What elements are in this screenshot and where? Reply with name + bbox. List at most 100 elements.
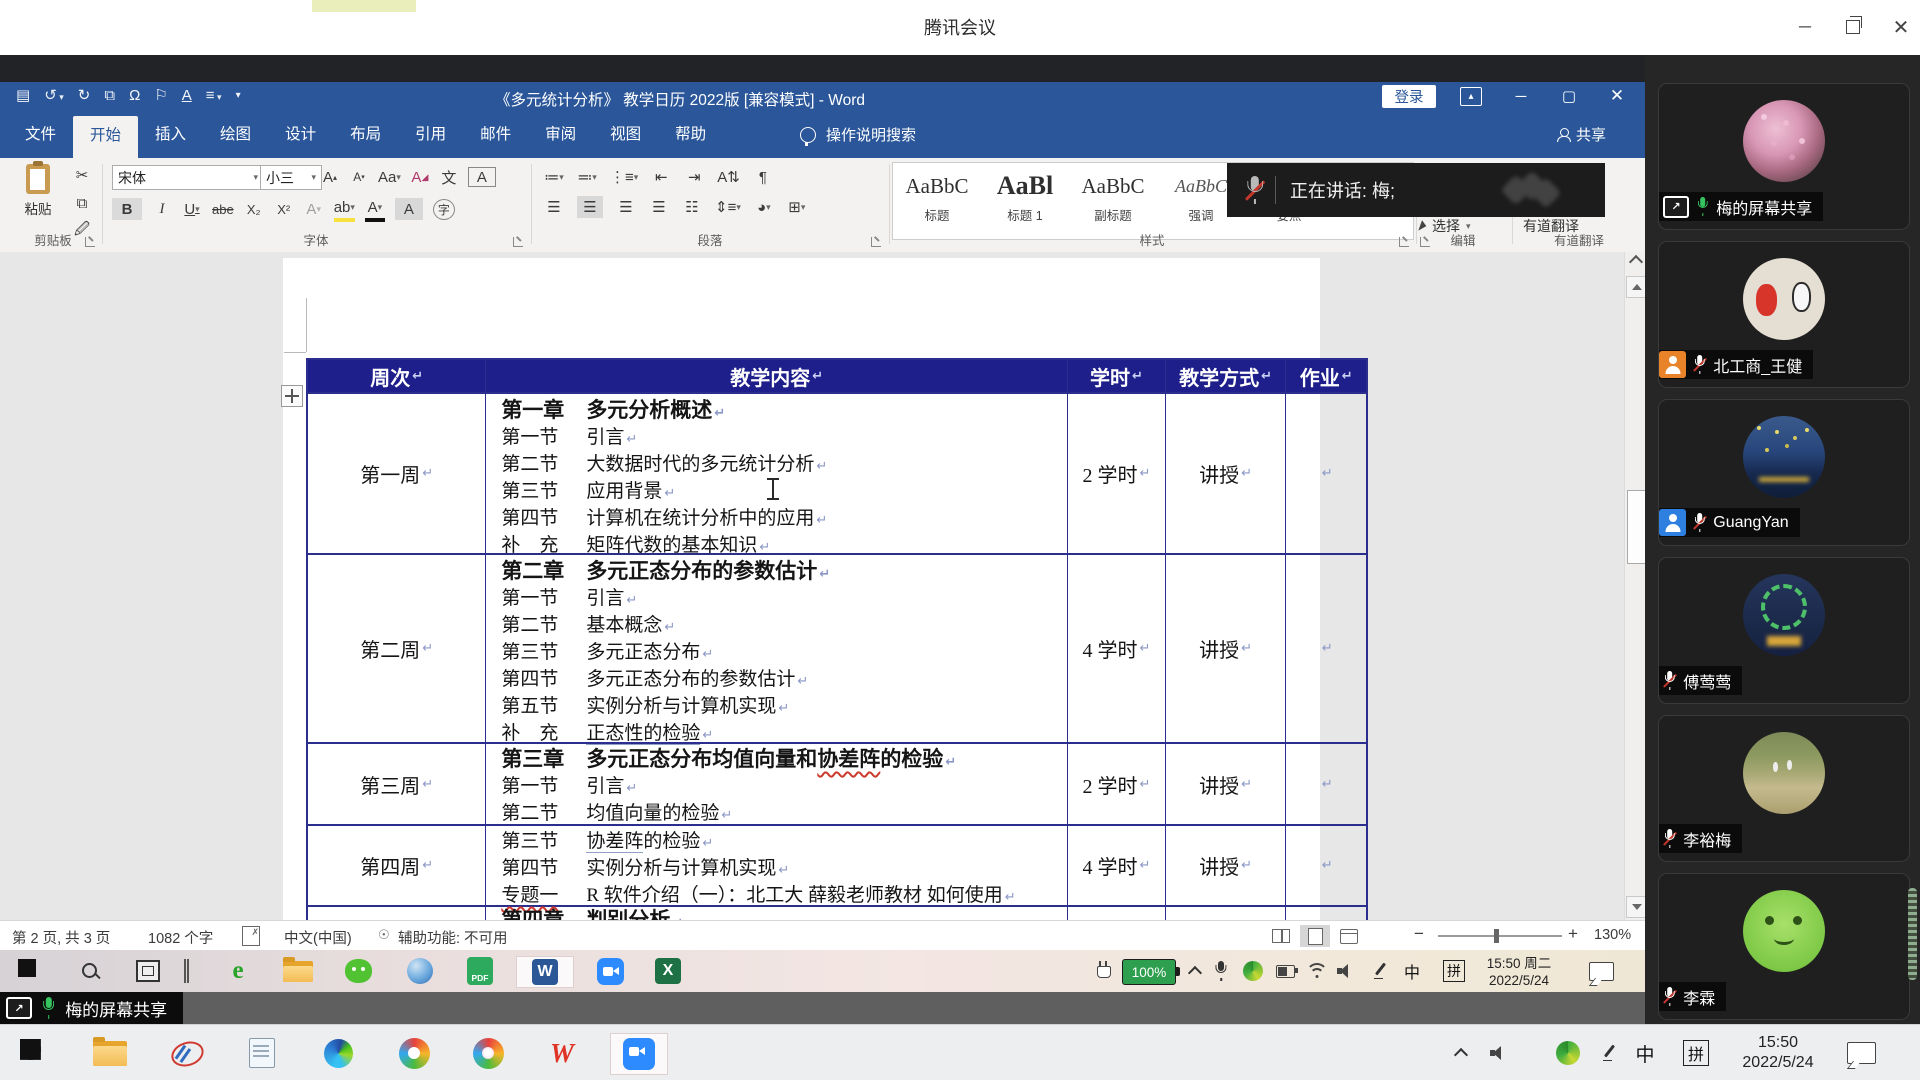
hidden-icons-chevron[interactable] [1184, 956, 1206, 986]
safety-360-icon[interactable] [1240, 956, 1266, 986]
font-launcher-icon[interactable] [513, 237, 523, 247]
numbering-icon[interactable]: ≕▾ [577, 166, 597, 188]
meeting-minimize-button[interactable]: ─ [1790, 12, 1820, 42]
character-border-icon[interactable]: A [468, 167, 496, 187]
zoom-slider-handle[interactable] [1494, 929, 1499, 943]
task-view-button[interactable] [128, 956, 168, 986]
browser-360-button[interactable]: e [218, 956, 258, 986]
collapse-ribbon-icon[interactable] [1627, 254, 1643, 266]
meeting-app-button[interactable] [590, 956, 630, 986]
participant-tile[interactable]: 李裕梅 [1658, 715, 1910, 862]
scrollbar-thumb[interactable] [1627, 490, 1645, 564]
ribbon-display-options-icon[interactable]: ▴ [1460, 87, 1482, 106]
participant-tile[interactable]: 李霖 [1658, 873, 1910, 1020]
zoom-in-button[interactable]: + [1568, 924, 1578, 944]
action-center-icon[interactable] [1844, 1033, 1878, 1073]
edge-button[interactable] [316, 1033, 360, 1073]
zoom-slider-track[interactable] [1438, 935, 1562, 937]
hidden-icons-chevron[interactable] [1448, 1033, 1474, 1073]
file-explorer-button[interactable] [88, 1033, 132, 1073]
superscript-button[interactable]: X² [274, 198, 294, 220]
word-minimize-button[interactable]: ─ [1508, 84, 1534, 108]
zoom-out-button[interactable]: − [1414, 924, 1424, 944]
participant-tile[interactable]: 北工商_王健 [1658, 241, 1910, 388]
copy-icon[interactable]: ⧉ [104, 87, 115, 104]
ime-language-indicator[interactable]: 中 [1400, 956, 1424, 986]
tab-home[interactable]: 开始 [73, 116, 138, 158]
font-size-combo[interactable]: 小三▾ [260, 165, 322, 190]
underline-a-icon[interactable]: A [182, 87, 192, 104]
browser-globe-button[interactable] [400, 956, 440, 986]
pdf-app-button[interactable]: PDF [460, 956, 500, 986]
symbol-icon[interactable]: Ω [129, 87, 140, 104]
align-right-icon[interactable]: ☰ [616, 196, 636, 218]
meeting-app-button[interactable] [610, 1033, 668, 1075]
clock[interactable]: 15:50 周二 2022/5/24 [1472, 956, 1566, 990]
enclose-char-icon[interactable]: 字 [433, 199, 455, 220]
text-effects-icon[interactable]: A▾ [304, 198, 324, 220]
ime-language-indicator[interactable]: 中 [1632, 1033, 1658, 1073]
snipping-tool-button[interactable] [164, 1033, 208, 1073]
tab-insert[interactable]: 插入 [138, 112, 203, 158]
save-icon[interactable]: ▤ [16, 86, 30, 104]
strikethrough-button[interactable]: abe [212, 198, 234, 220]
search-button[interactable] [70, 956, 110, 986]
volume-icon[interactable] [1334, 956, 1358, 986]
bold-button[interactable]: B [112, 198, 142, 220]
clock[interactable]: 15:50 2022/5/24 [1726, 1033, 1830, 1073]
ime-mode-indicator[interactable]: 拼 [1434, 956, 1474, 986]
change-case-icon[interactable]: Aa▾ [378, 166, 401, 188]
editing-launcher-icon[interactable] [1420, 237, 1430, 247]
participant-tile[interactable]: 梅的屏幕共享 [1658, 83, 1910, 230]
login-button[interactable]: 登录 [1382, 85, 1436, 108]
page-indicator[interactable]: 第 2 页, 共 3 页 [12, 927, 110, 948]
wechat-button[interactable] [338, 956, 378, 986]
volume-icon[interactable] [1486, 1033, 1512, 1073]
chrome-button[interactable] [466, 1033, 510, 1073]
read-mode-icon[interactable] [1266, 925, 1296, 947]
start-button[interactable] [10, 956, 50, 986]
tab-view[interactable]: 视图 [593, 112, 658, 158]
tab-design[interactable]: 设计 [268, 112, 333, 158]
participant-tile[interactable]: 傅莺莺 [1658, 557, 1910, 704]
tab-help[interactable]: 帮助 [658, 112, 723, 158]
bullets-icon[interactable]: ≔▾ [544, 166, 564, 188]
participant-tile[interactable]: GuangYan [1658, 399, 1910, 546]
print-layout-icon[interactable] [1300, 925, 1330, 947]
highlight-color-icon[interactable]: ab▾ [334, 196, 355, 222]
language-indicator[interactable]: 中文(中国) [284, 927, 352, 948]
clear-format-icon[interactable]: A◢ [410, 166, 430, 188]
file-explorer-button[interactable] [278, 956, 318, 986]
shading-a-icon[interactable]: A [395, 198, 423, 220]
scroll-down-button[interactable] [1626, 896, 1645, 918]
word-app-button[interactable]: W [516, 956, 574, 988]
zoom-level[interactable]: 130% [1594, 927, 1631, 943]
style-card-subtitle[interactable]: AaBbC 副标题 [1069, 163, 1157, 239]
tab-mailings[interactable]: 邮件 [463, 112, 528, 158]
excel-app-button[interactable]: X [648, 956, 688, 986]
battery-tray-icon[interactable] [1272, 956, 1298, 986]
tab-review[interactable]: 审阅 [528, 112, 593, 158]
copy-small-icon[interactable]: ⧉ [72, 192, 92, 214]
style-card-heading1[interactable]: AaBl 标题 1 [981, 163, 1069, 239]
justify-icon[interactable]: ☰ [649, 196, 669, 218]
scroll-up-button[interactable] [1626, 276, 1645, 298]
align-center-icon[interactable]: ☰ [577, 196, 603, 218]
paragraph-launcher-icon[interactable] [871, 237, 881, 247]
line-spacing-icon[interactable]: ⇕≡▾ [715, 196, 741, 218]
spellcheck-icon[interactable]: ✗ [242, 926, 260, 946]
shading-icon[interactable]: ◕▾ [754, 196, 774, 218]
increase-indent-icon[interactable]: ⇥ [684, 166, 704, 188]
battery-indicator[interactable]: 100% [1122, 959, 1176, 985]
clipboard-launcher-icon[interactable] [85, 237, 95, 247]
tab-layout[interactable]: 布局 [333, 112, 398, 158]
paragraph-lines-icon[interactable]: ≡ ▾ [206, 87, 222, 104]
wifi-icon[interactable] [1304, 956, 1330, 986]
word-count[interactable]: 1082 个字 [148, 927, 213, 948]
ime-mode-indicator[interactable]: 拼 [1674, 1033, 1718, 1073]
start-button[interactable] [12, 1033, 56, 1073]
font-color-icon[interactable]: A▾ [365, 196, 385, 222]
flag-icon[interactable]: ⚐ [154, 86, 167, 104]
action-center-icon[interactable] [1586, 956, 1616, 986]
decrease-indent-icon[interactable]: ⇤ [651, 166, 671, 188]
